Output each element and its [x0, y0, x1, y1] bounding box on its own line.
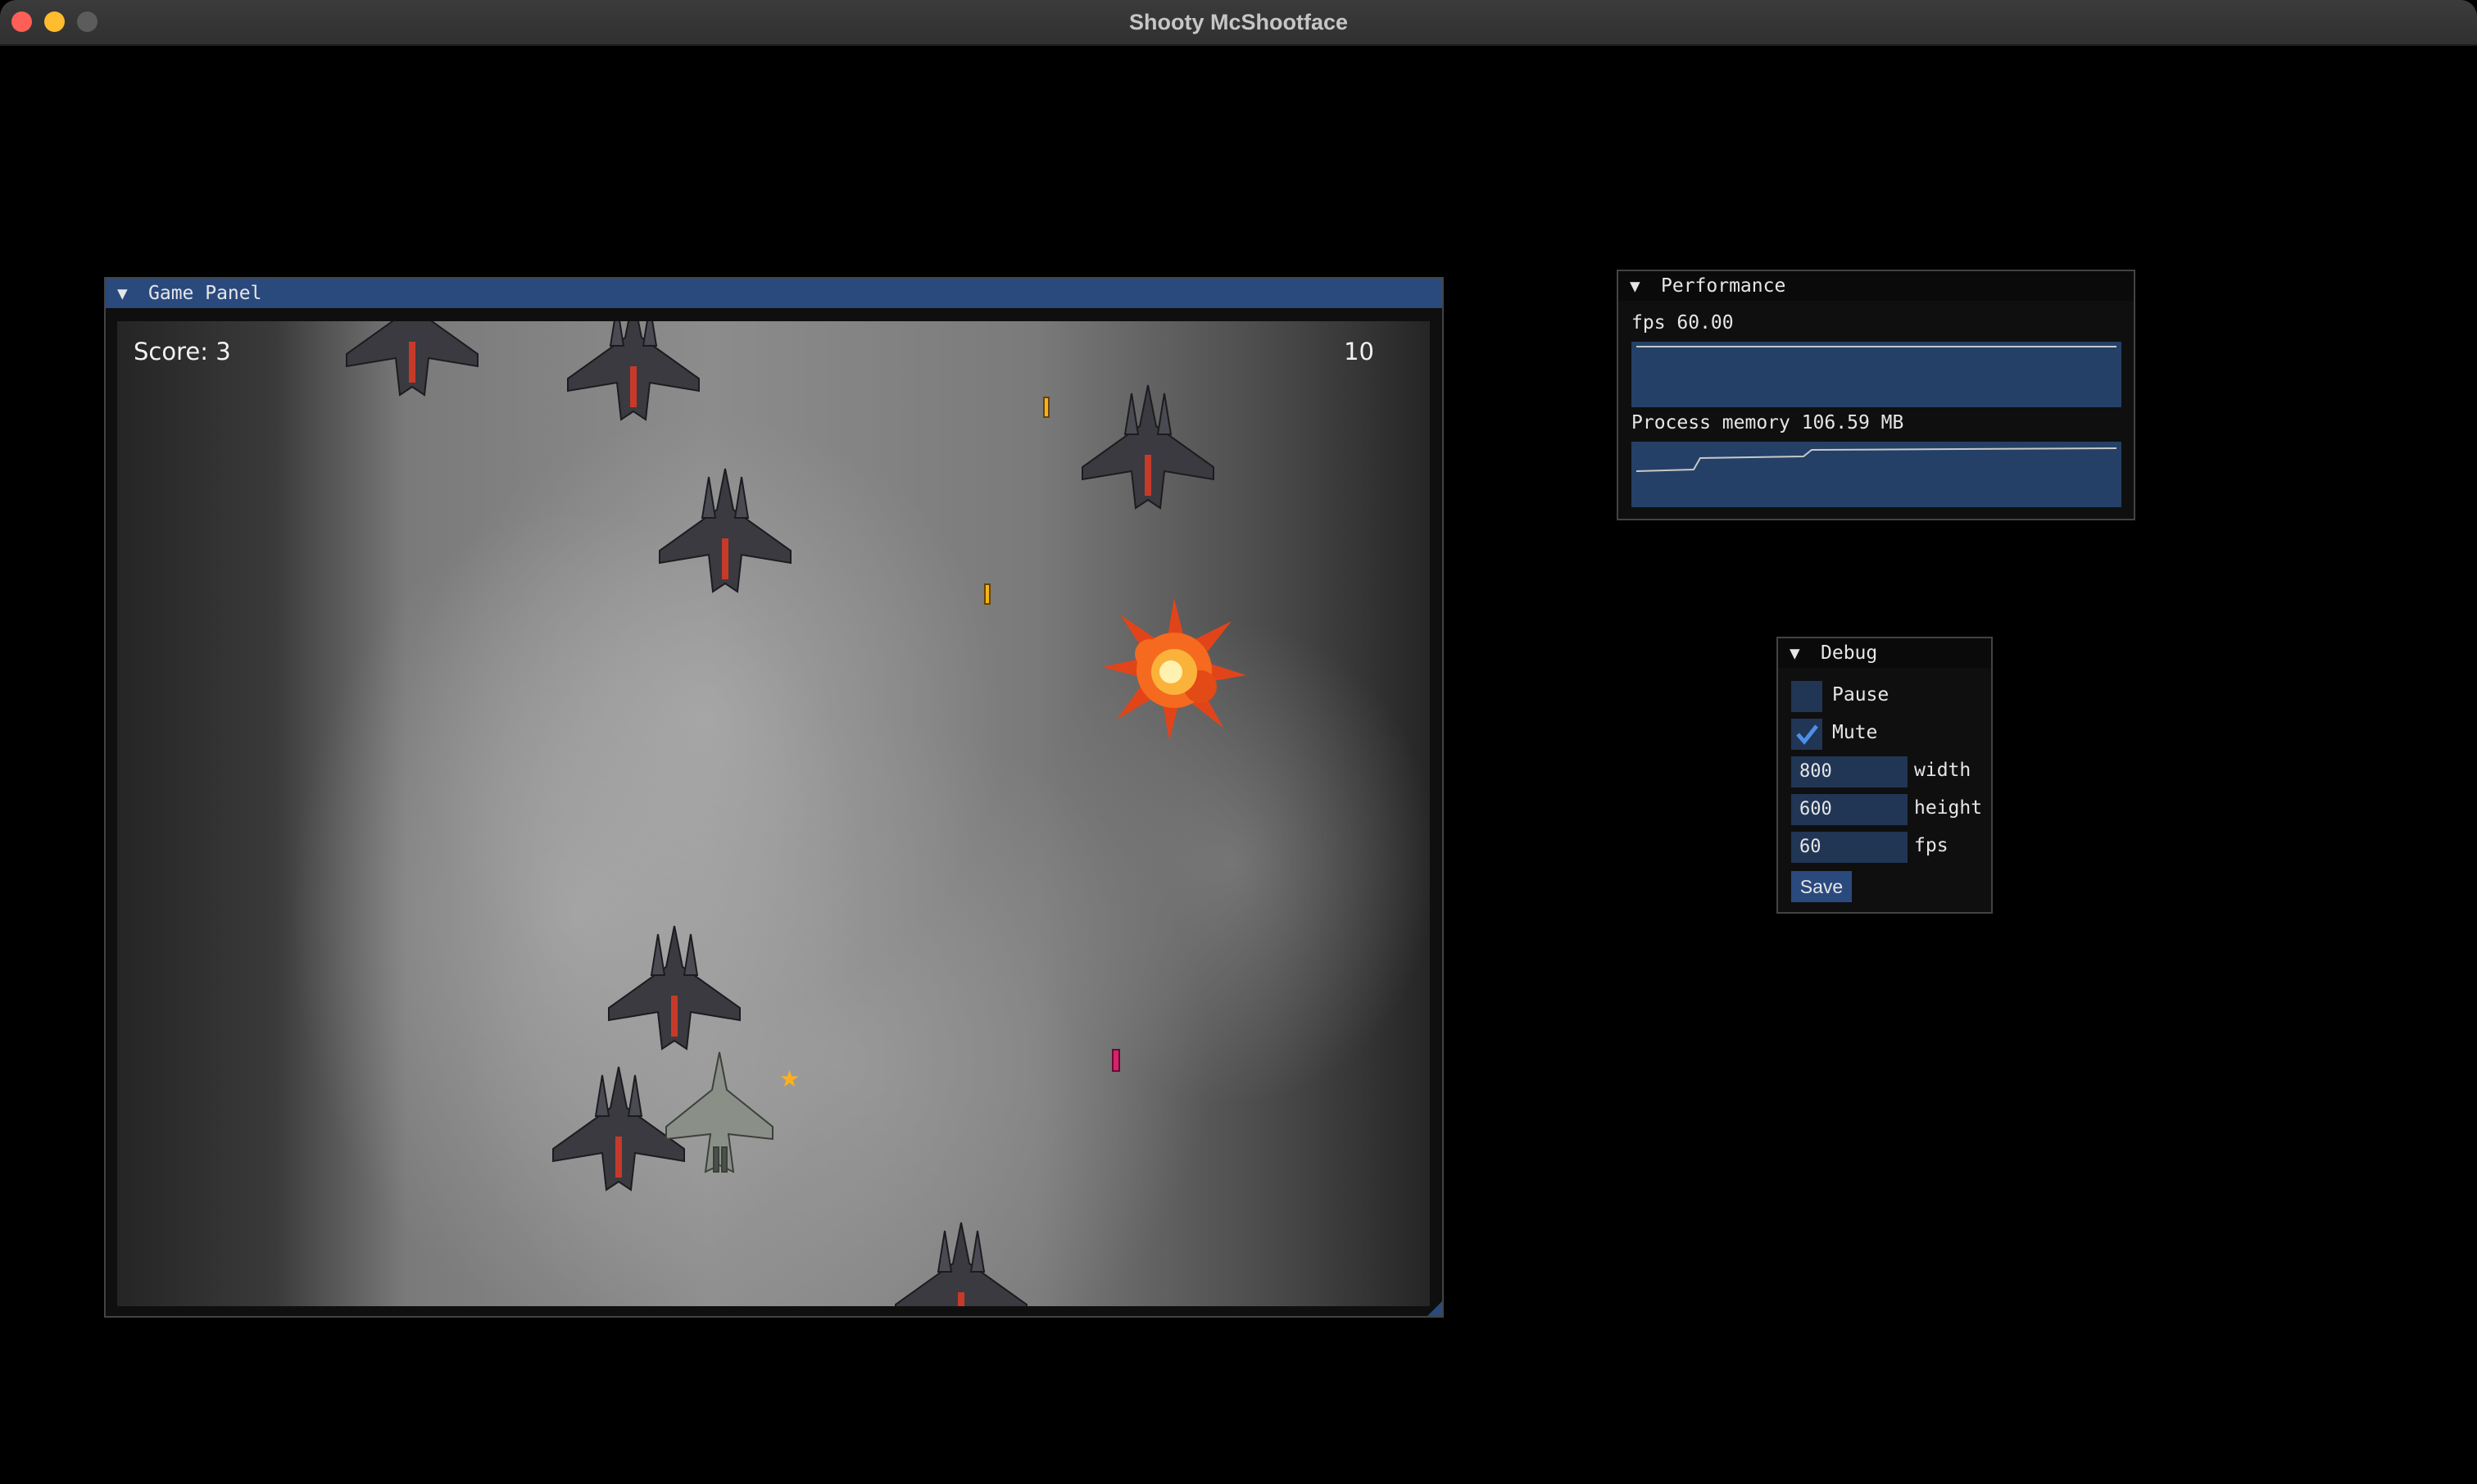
fps-plot-line	[1636, 346, 2116, 347]
enemy-jet-icon	[567, 321, 700, 421]
game-panel-header[interactable]: ▼ Game Panel	[106, 279, 1442, 308]
enemy-jet-icon	[895, 1222, 1028, 1306]
lives-counter: 10	[1344, 338, 1374, 365]
enemy-jet-icon	[659, 468, 792, 593]
triangle-down-icon[interactable]: ▼	[1790, 638, 1800, 668]
enemy-bullet	[1043, 397, 1050, 418]
height-input[interactable]: 600	[1791, 794, 1908, 825]
memory-label: Process memory 106.59 MB	[1631, 412, 1904, 433]
fps-plot[interactable]	[1631, 342, 2121, 407]
window-title: Shooty McShootface	[1128, 10, 1349, 34]
game-panel[interactable]: ▼ Game Panel ★ Score: 3 10	[104, 277, 1444, 1318]
memory-plot-line	[1635, 447, 2117, 472]
resize-grip[interactable]	[1427, 1301, 1442, 1316]
debug-header[interactable]: ▼ Debug	[1778, 638, 1991, 668]
triangle-down-icon[interactable]: ▼	[117, 279, 128, 308]
performance-panel[interactable]: ▼ Performance fps 60.00 Process memory 1…	[1617, 270, 2135, 520]
enemy-jet-icon	[608, 925, 741, 1051]
player-jet-icon	[665, 1051, 773, 1173]
fps-label: fps 60.00	[1631, 312, 1734, 334]
window-titlebar[interactable]: Shooty McShootface	[0, 0, 2477, 46]
fps-input[interactable]: 60	[1791, 832, 1908, 863]
height-label: height	[1914, 797, 1983, 819]
save-button[interactable]: Save	[1791, 871, 1852, 902]
explosion-icon	[1102, 598, 1246, 741]
mute-checkbox[interactable]	[1791, 719, 1822, 750]
score-label: Score: 3	[134, 338, 231, 365]
debug-panel[interactable]: ▼ Debug Pause Mute 800 width 600 height …	[1776, 637, 1993, 914]
debug-title: Debug	[1821, 642, 1878, 664]
pink-bullet	[1112, 1049, 1120, 1072]
star-powerup-icon: ★	[779, 1065, 801, 1092]
enemy-jet-icon	[346, 321, 479, 397]
checkmark-icon	[1796, 724, 1818, 745]
pause-label: Pause	[1832, 684, 1890, 706]
enemy-jet-icon	[1082, 384, 1214, 510]
performance-title: Performance	[1661, 275, 1786, 297]
pause-checkbox[interactable]	[1791, 681, 1822, 712]
game-panel-title: Game Panel	[148, 283, 262, 304]
mute-label: Mute	[1832, 722, 1878, 743]
game-viewport[interactable]: ★ Score: 3 10	[117, 321, 1430, 1306]
triangle-down-icon[interactable]: ▼	[1630, 271, 1640, 301]
width-input[interactable]: 800	[1791, 756, 1908, 787]
memory-plot[interactable]	[1631, 442, 2121, 507]
enemy-bullet	[984, 583, 991, 605]
performance-header[interactable]: ▼ Performance	[1618, 271, 2134, 301]
width-label: width	[1914, 760, 1971, 781]
fps-input-label: fps	[1914, 835, 1948, 856]
